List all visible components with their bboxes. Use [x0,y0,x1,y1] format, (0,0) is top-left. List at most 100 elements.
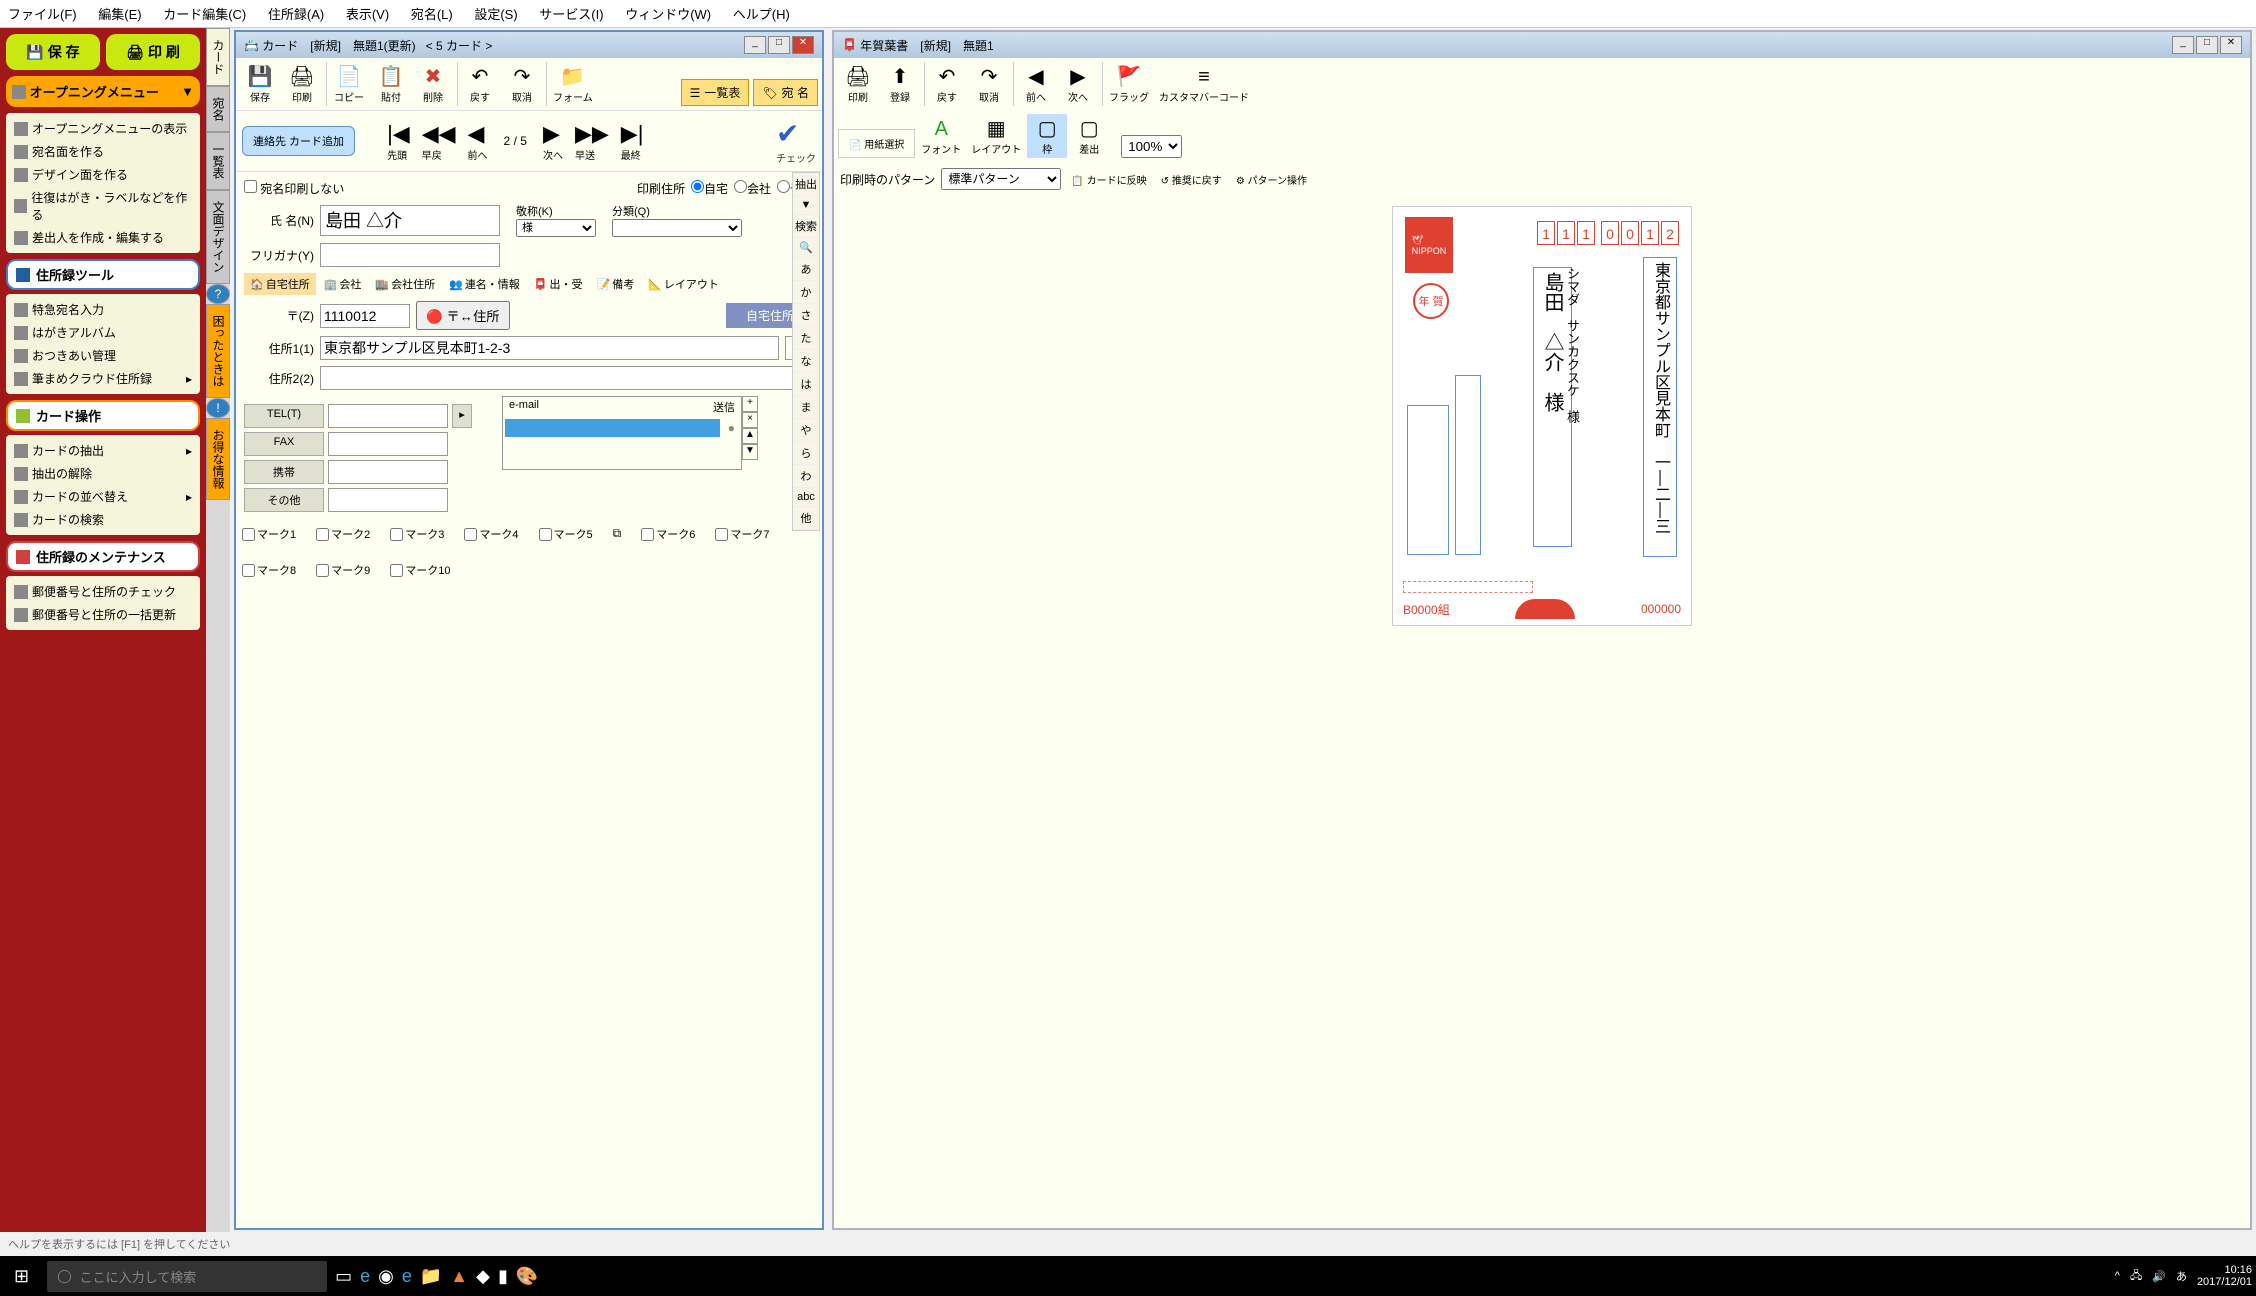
email-row-selected[interactable] [505,419,720,437]
nav-fastfwd[interactable]: ▶▶早送 [571,121,613,162]
no-print-checkbox[interactable]: 宛名印刷しない [244,180,344,197]
menu-item[interactable]: 差出人を作成・編集する [6,226,200,249]
mark-more-icon[interactable]: ⧉ [613,526,622,542]
idx-ta[interactable]: た [793,327,819,350]
mark-cb[interactable]: マーク5 [539,526,593,542]
paint-icon[interactable]: 🎨 [516,1266,538,1287]
tel-input[interactable] [328,404,448,428]
menu-item[interactable]: 宛名面を作る [6,140,200,163]
app-icon[interactable]: ◆ [476,1266,490,1287]
idx-wa[interactable]: わ [793,465,819,488]
vtab-deals[interactable]: お得な情報 [206,418,230,500]
class-select[interactable] [612,219,742,237]
font-button[interactable]: Aフォント [917,116,965,158]
pattern-select[interactable]: 標準パターン [941,168,1061,190]
vlc-icon[interactable]: ▲ [450,1266,468,1287]
zip-convert-button[interactable]: 🔴 〒↔住所 [416,301,510,330]
menu-item[interactable]: カードの並べ替え [6,485,200,508]
vtab-design[interactable]: 文面デザイン [206,190,230,284]
tb-paste[interactable]: 📋貼付 [371,62,411,106]
tb-form[interactable]: 📁フォーム [549,62,597,106]
vtab-trouble[interactable]: 困ったときは [206,304,230,398]
tb-copy[interactable]: 📄コピー [329,62,369,106]
menu-item[interactable]: 往復はがき・ラベルなどを作る [6,186,200,226]
info-icon[interactable]: ! [206,398,230,418]
maintenance-header[interactable]: 住所録のメンテナンス [6,541,200,572]
nav-first[interactable]: |◀先頭 [383,121,414,162]
tb-prev[interactable]: ◀前へ [1016,62,1056,106]
tray-volume-icon[interactable]: 🔊 [2152,1270,2166,1283]
nav-next[interactable]: ▶次へ [539,121,567,162]
email-up[interactable]: ▲ [742,428,758,444]
menu-item[interactable]: オープニングメニューの表示 [6,117,200,140]
addr2-input[interactable] [320,366,814,390]
mark-cb[interactable]: マーク3 [390,526,444,542]
menu-item[interactable]: カードの検索 [6,508,200,531]
subtab-memo[interactable]: 📝備考 [591,273,641,295]
menu-service[interactable]: サービス(I) [539,7,603,22]
menu-help[interactable]: ヘルプ(H) [733,7,790,22]
idx-arrow[interactable]: ▼ [793,196,819,215]
clock-time[interactable]: 10:16 [2197,1264,2252,1276]
mark-cb[interactable]: マーク1 [242,526,296,542]
other-input[interactable] [328,488,448,512]
frame-button[interactable]: ▢枠 [1027,114,1067,158]
idx-sa[interactable]: さ [793,304,819,327]
recipient-address[interactable]: 東京都サンプル区見本町 一―二―三 [1643,257,1677,557]
menu-item menu-item-arrow[interactable]: 筆まめクラウド住所録 [6,367,200,390]
tb-register[interactable]: ⬆登録 [880,62,920,106]
fax-input[interactable] [328,432,448,456]
subtab-layout[interactable]: 📐レイアウト [642,273,725,295]
output-button[interactable]: ▢差出 [1069,114,1109,158]
idx-ka[interactable]: か [793,281,819,304]
add-contact-button[interactable]: 連絡先 カード追加 [242,126,355,156]
email-add[interactable]: + [742,396,758,412]
mark-cb[interactable]: マーク7 [715,526,769,542]
postcard-preview[interactable]: 🕊NIPPON 年 賀 1110012 東京都サンプル区見本町 一―二―三 島田… [1392,206,1692,626]
menu-window[interactable]: ウィンドウ(W) [625,7,711,22]
tel-toggle[interactable]: ▸ [452,404,472,428]
email-down[interactable]: ▼ [742,444,758,460]
radio-home[interactable]: 自宅 [691,180,728,197]
subtab-coaddr[interactable]: 🏬会社住所 [369,273,441,295]
radio-company[interactable]: 会社 [734,180,771,197]
taskbar-search[interactable]: ◯ここに入力して検索 [47,1261,327,1292]
tray-network-icon[interactable]: 🖧 [2130,1267,2142,1286]
print-button[interactable]: 🖨印 刷 [106,34,200,70]
menu-item[interactable]: 郵便番号と住所の一括更新 [6,603,200,626]
card-op-header[interactable]: カード操作 [6,400,200,431]
minimize-button[interactable]: _ [744,36,766,54]
idx-ra[interactable]: ら [793,442,819,465]
menu-item[interactable]: はがきアルバム [6,321,200,344]
subtab-home[interactable]: 🏠自宅住所 [244,273,316,295]
menu-item[interactable]: おつきあい管理 [6,344,200,367]
subtab-company[interactable]: 🏢会社 [318,273,368,295]
tb-barcode[interactable]: ≡カスタマバーコード [1155,64,1253,106]
explorer-icon[interactable]: 📁 [420,1266,442,1287]
furigana-input[interactable] [320,243,500,267]
pattern-ops-button[interactable]: ⚙ パターン操作 [1232,170,1311,189]
idx-abc[interactable]: abc [793,488,819,507]
mark-cb[interactable]: マーク4 [464,526,518,542]
menu-edit[interactable]: 編集(E) [98,7,141,22]
nav-last[interactable]: ▶|最終 [617,121,648,162]
list-button[interactable]: ☰一覧表 [681,79,750,106]
maximize-button[interactable]: □ [768,36,790,54]
tb-save[interactable]: 💾保存 [240,62,280,106]
tb-redo[interactable]: ↷取消 [969,62,1009,106]
vtab-atena[interactable]: 宛名 [206,86,230,132]
tray-ime[interactable]: あ [2176,1268,2187,1284]
close-button[interactable]: ✕ [2220,36,2242,54]
address-tool-header[interactable]: 住所録ツール [6,259,200,290]
menu-atena[interactable]: 宛名(L) [411,7,453,22]
tb-delete[interactable]: ✖削除 [413,62,453,106]
menu-address[interactable]: 住所録(A) [268,7,324,22]
addr1-input[interactable] [320,336,779,360]
title-select[interactable]: 様 [516,219,596,237]
menu-item[interactable]: 郵便番号と住所のチェック [6,580,200,603]
idx-a[interactable]: あ [793,258,819,281]
task-view-icon[interactable]: ▭ [335,1266,352,1287]
menu-file[interactable]: ファイル(F) [8,7,77,22]
help-icon[interactable]: ? [206,284,230,304]
vtab-card[interactable]: カード [206,28,230,86]
